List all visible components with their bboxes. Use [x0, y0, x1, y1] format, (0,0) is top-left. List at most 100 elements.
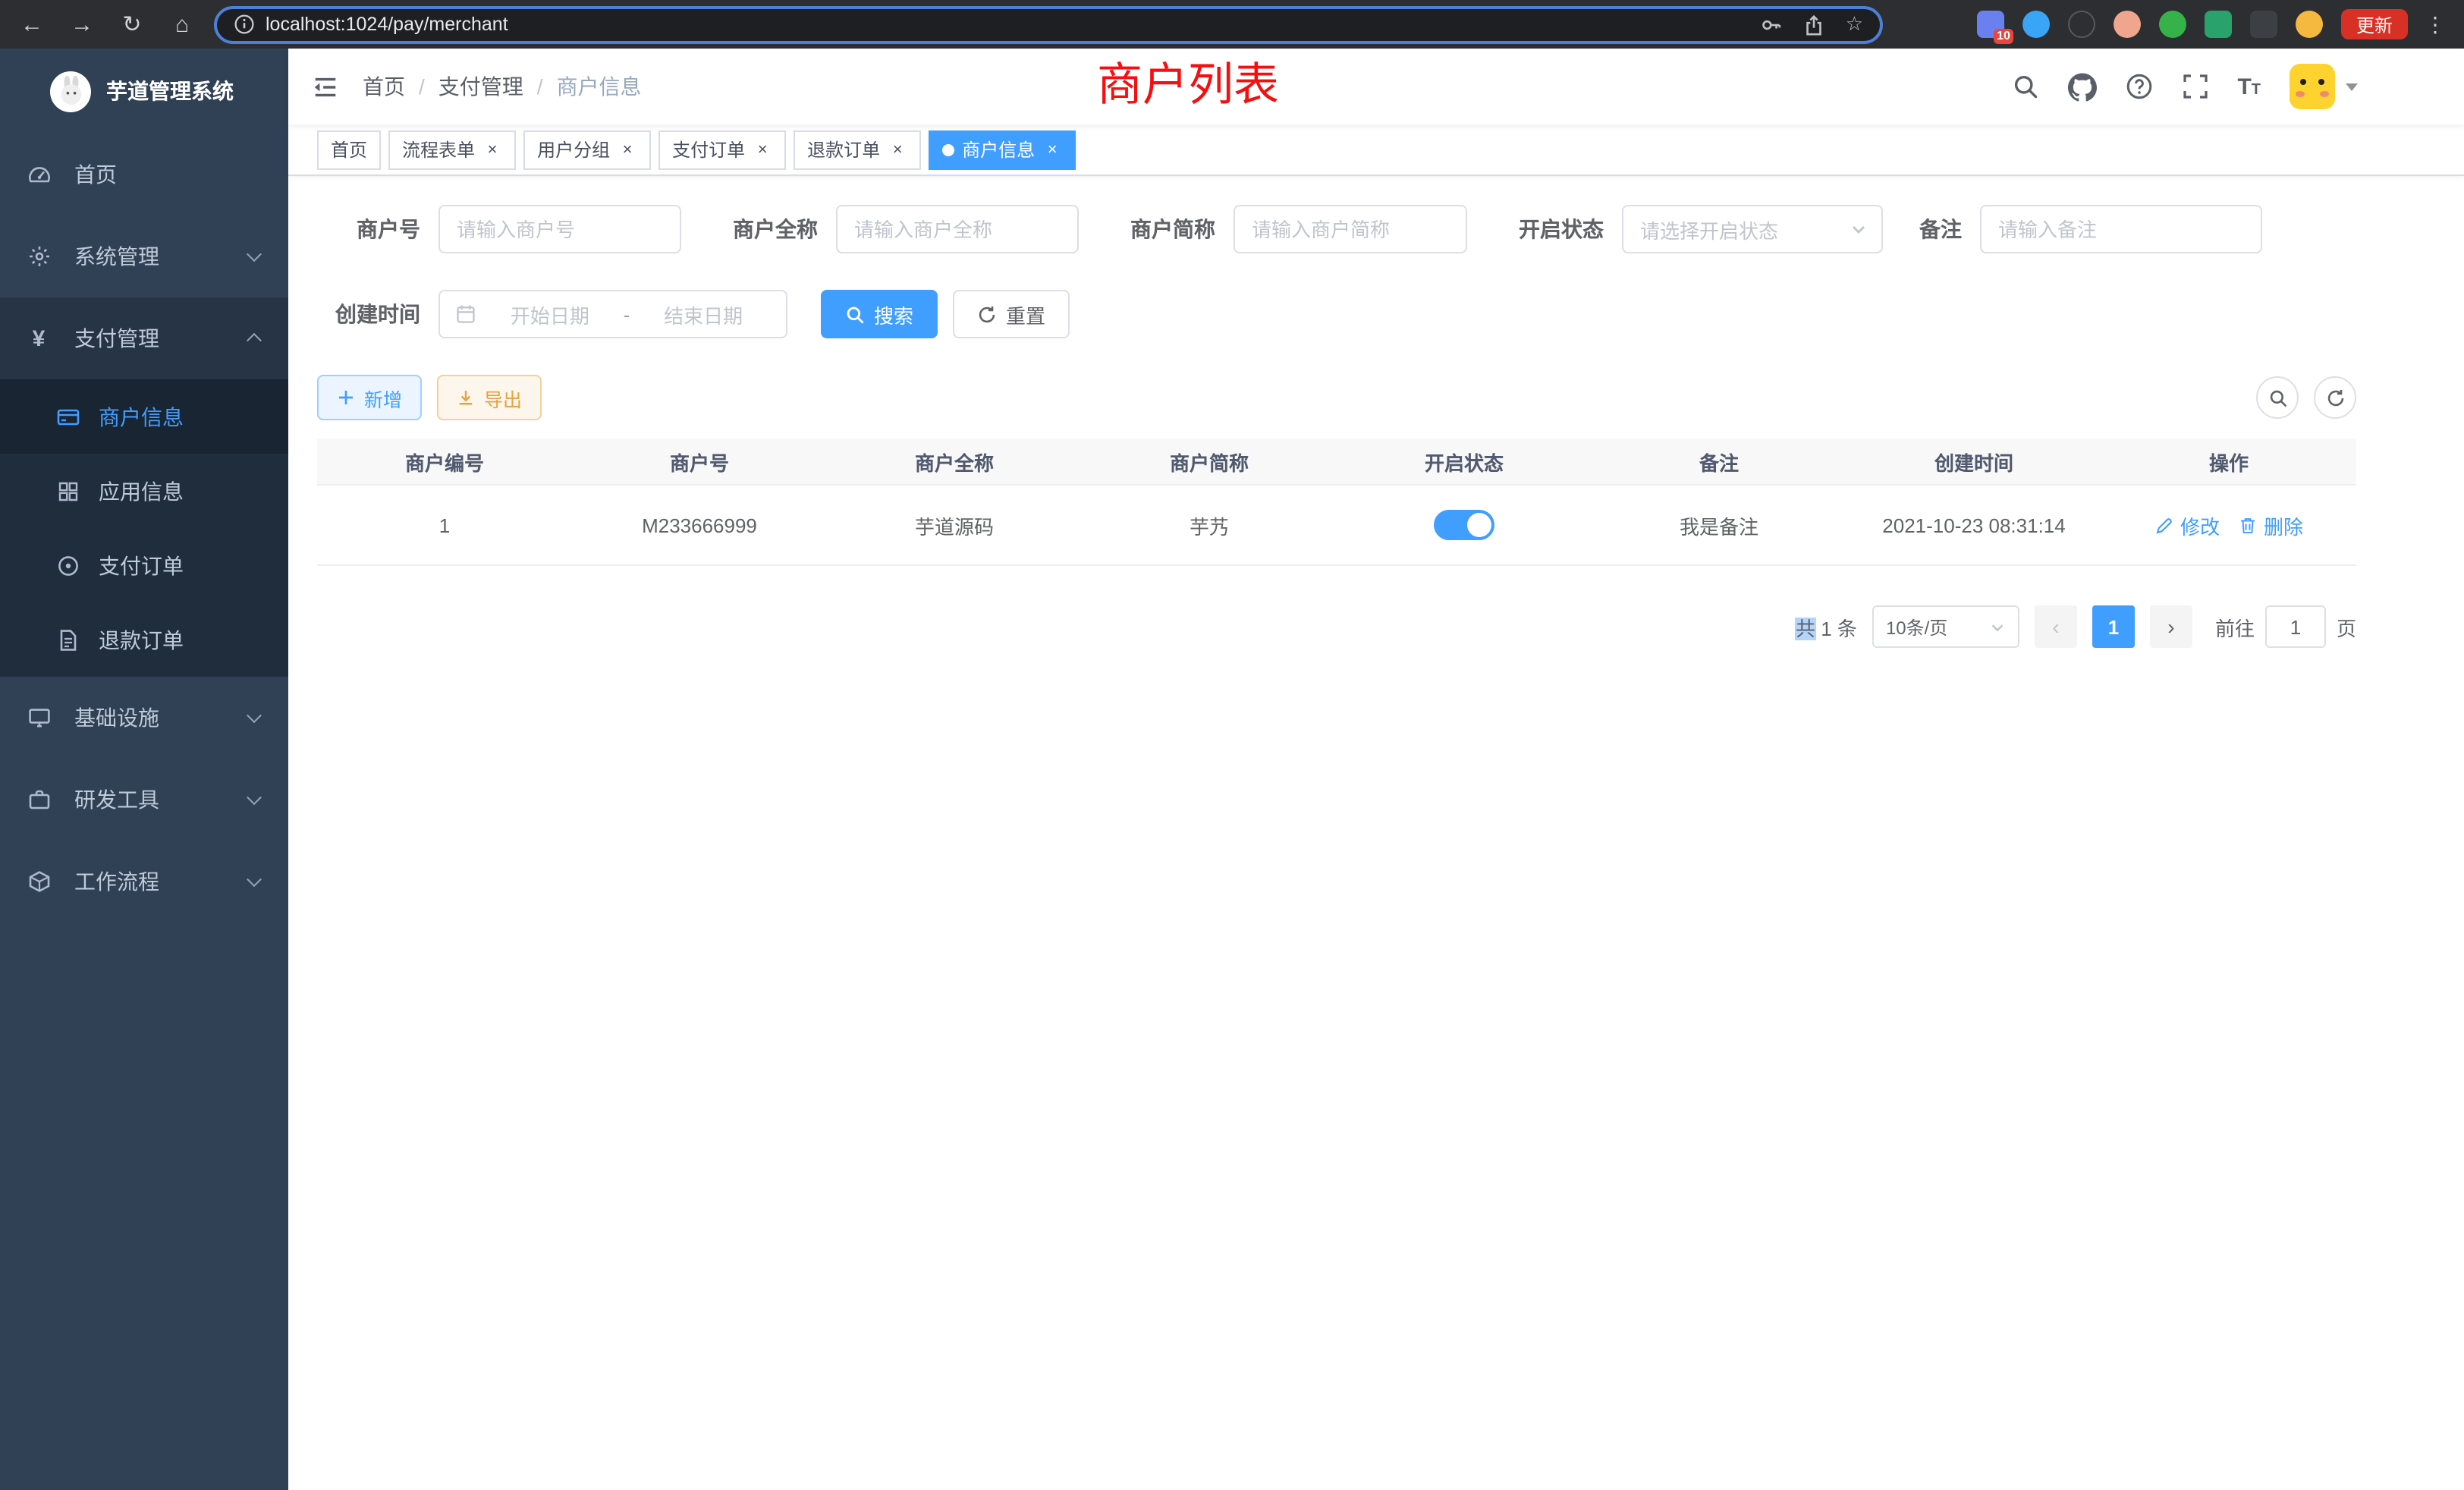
sidebar-item-workflow[interactable]: 工作流程 — [0, 841, 288, 923]
extension-icon-7[interactable] — [2250, 11, 2277, 38]
create-time-range-picker[interactable]: 开始日期 - 结束日期 — [438, 290, 787, 338]
sidebar-item-app-info[interactable]: 应用信息 — [0, 454, 288, 528]
tab-refund-order[interactable]: 退款订单 × — [794, 130, 921, 169]
bookmark-star-icon[interactable]: ☆ — [1846, 12, 1863, 36]
gear-icon — [26, 244, 52, 269]
chevron-down-icon — [1989, 618, 2006, 635]
search-toggle-button[interactable] — [2256, 376, 2299, 419]
forward-button[interactable]: → — [68, 11, 96, 37]
site-info-icon[interactable] — [234, 14, 255, 35]
page-size-select[interactable]: 10条/页 — [1872, 605, 2019, 648]
logo-avatar — [50, 71, 91, 112]
breadcrumb-item-home[interactable]: 首页 — [363, 71, 405, 102]
github-icon[interactable] — [2067, 72, 2096, 101]
tab-home[interactable]: 首页 — [317, 130, 381, 169]
sidebar-item-label: 首页 — [74, 159, 117, 190]
fullscreen-icon[interactable] — [2181, 73, 2208, 100]
add-button[interactable]: 新增 — [317, 375, 422, 420]
extension-icon-3[interactable] — [2068, 11, 2095, 38]
sidebar-item-system[interactable]: 系统管理 — [0, 215, 288, 297]
key-icon[interactable] — [1761, 13, 1784, 36]
goto-prefix: 前往 — [2215, 612, 2255, 641]
sidebar-item-pay-order[interactable]: 支付订单 — [0, 528, 288, 602]
user-avatar[interactable] — [2290, 64, 2358, 109]
merchant-name-input[interactable] — [836, 205, 1079, 253]
sidebar-item-refund-order[interactable]: 退款订单 — [0, 602, 288, 677]
pagination: 共 1 条 10条/页 ‹ 1 › 前往 页 — [317, 605, 2356, 648]
close-icon[interactable]: × — [1042, 140, 1062, 159]
goto-page-input[interactable] — [2265, 605, 2326, 648]
share-icon[interactable] — [1803, 13, 1826, 36]
dashboard-icon — [26, 162, 52, 187]
prev-page-button[interactable]: ‹ — [2035, 605, 2077, 648]
col-header: 商户简称 — [1082, 447, 1337, 476]
end-date-placeholder: 结束日期 — [636, 300, 771, 328]
back-button[interactable]: ← — [18, 11, 46, 37]
chevron-down-icon — [247, 247, 262, 262]
sidebar-item-home[interactable]: 首页 — [0, 134, 288, 215]
close-icon[interactable]: × — [482, 140, 502, 159]
col-header: 创建时间 — [1846, 447, 2101, 476]
close-icon[interactable]: × — [753, 140, 772, 159]
address-bar[interactable]: localhost:1024/pay/merchant ☆ — [214, 5, 1883, 43]
tab-user-group[interactable]: 用户分组 × — [523, 130, 651, 169]
pagination-total: 共 1 条 — [1796, 612, 1857, 641]
search-button[interactable]: 搜索 — [821, 290, 938, 338]
merchant-short-name-input[interactable] — [1234, 205, 1467, 253]
status-select-placeholder: 请选择开启状态 — [1640, 215, 1778, 244]
navbar-actions: TT — [2011, 64, 2464, 109]
home-button[interactable]: ⌂ — [168, 11, 196, 37]
reload-button[interactable]: ↻ — [118, 11, 146, 38]
payment-submenu: 商户信息 应用信息 支付订单 退款订单 — [0, 379, 288, 677]
tab-pay-order[interactable]: 支付订单 × — [658, 130, 786, 169]
page-1-button[interactable]: 1 — [2092, 605, 2135, 648]
edit-link[interactable]: 修改 — [2154, 511, 2220, 539]
extension-badge: 10 — [1994, 29, 2013, 44]
sidebar-item-payment[interactable]: ¥ 支付管理 — [0, 297, 288, 379]
extension-icon-6[interactable] — [2205, 11, 2232, 38]
extension-icon-8[interactable] — [2296, 11, 2323, 38]
status-toggle[interactable] — [1434, 510, 1494, 540]
tab-label: 退款订单 — [807, 137, 880, 162]
merchant-short-name-label: 商户简称 — [1112, 214, 1215, 244]
remark-input[interactable] — [1980, 205, 2262, 253]
delete-link[interactable]: 删除 — [2238, 511, 2303, 539]
credit-card-icon — [55, 404, 80, 429]
tab-process-form[interactable]: 流程表单 × — [388, 130, 516, 169]
breadcrumb-item-payment[interactable]: 支付管理 — [438, 71, 523, 102]
sidebar-item-label: 研发工具 — [74, 784, 159, 815]
extension-icon-2[interactable] — [2022, 11, 2050, 38]
hamburger-button[interactable] — [288, 72, 363, 101]
next-page-button[interactable]: › — [2150, 605, 2192, 648]
col-header: 操作 — [2101, 447, 2356, 476]
reset-button[interactable]: 重置 — [953, 290, 1070, 338]
status-select[interactable]: 请选择开启状态 — [1622, 205, 1883, 253]
close-icon[interactable]: × — [888, 140, 907, 159]
help-icon[interactable] — [2125, 73, 2152, 100]
font-size-icon[interactable]: TT — [2237, 74, 2261, 99]
refresh-table-button[interactable] — [2314, 376, 2356, 419]
extension-icon-4[interactable] — [2114, 11, 2141, 38]
tab-merchant-info[interactable]: 商户信息 × — [929, 130, 1076, 169]
top-navbar: 首页 / 支付管理 / 商户信息 商户列表 TT — [288, 49, 2464, 124]
page-annotation: 商户列表 — [1097, 62, 1279, 111]
search-icon[interactable] — [2011, 73, 2038, 100]
extension-icon-5[interactable] — [2159, 11, 2186, 38]
download-icon — [457, 388, 475, 407]
sidebar-item-label: 基础设施 — [74, 703, 159, 733]
col-header: 商户号 — [572, 447, 827, 476]
close-icon[interactable]: × — [618, 140, 637, 159]
breadcrumb-item-merchant: 商户信息 — [557, 71, 642, 102]
update-button[interactable]: 更新 — [2341, 9, 2408, 39]
tab-label: 用户分组 — [537, 137, 610, 162]
sidebar-item-dev-tools[interactable]: 研发工具 — [0, 759, 288, 841]
browser-menu-button[interactable]: ⋮ — [2425, 11, 2446, 37]
col-header: 备注 — [1592, 447, 1846, 476]
sidebar-item-merchant-info[interactable]: 商户信息 — [0, 379, 288, 454]
remark-label: 备注 — [1916, 214, 1962, 244]
breadcrumb: 首页 / 支付管理 / 商户信息 — [363, 71, 642, 102]
merchant-no-input[interactable] — [438, 205, 681, 253]
export-button[interactable]: 导出 — [437, 375, 542, 420]
extension-icon-1[interactable]: 10 — [1977, 11, 2004, 38]
sidebar-item-infra[interactable]: 基础设施 — [0, 677, 288, 759]
